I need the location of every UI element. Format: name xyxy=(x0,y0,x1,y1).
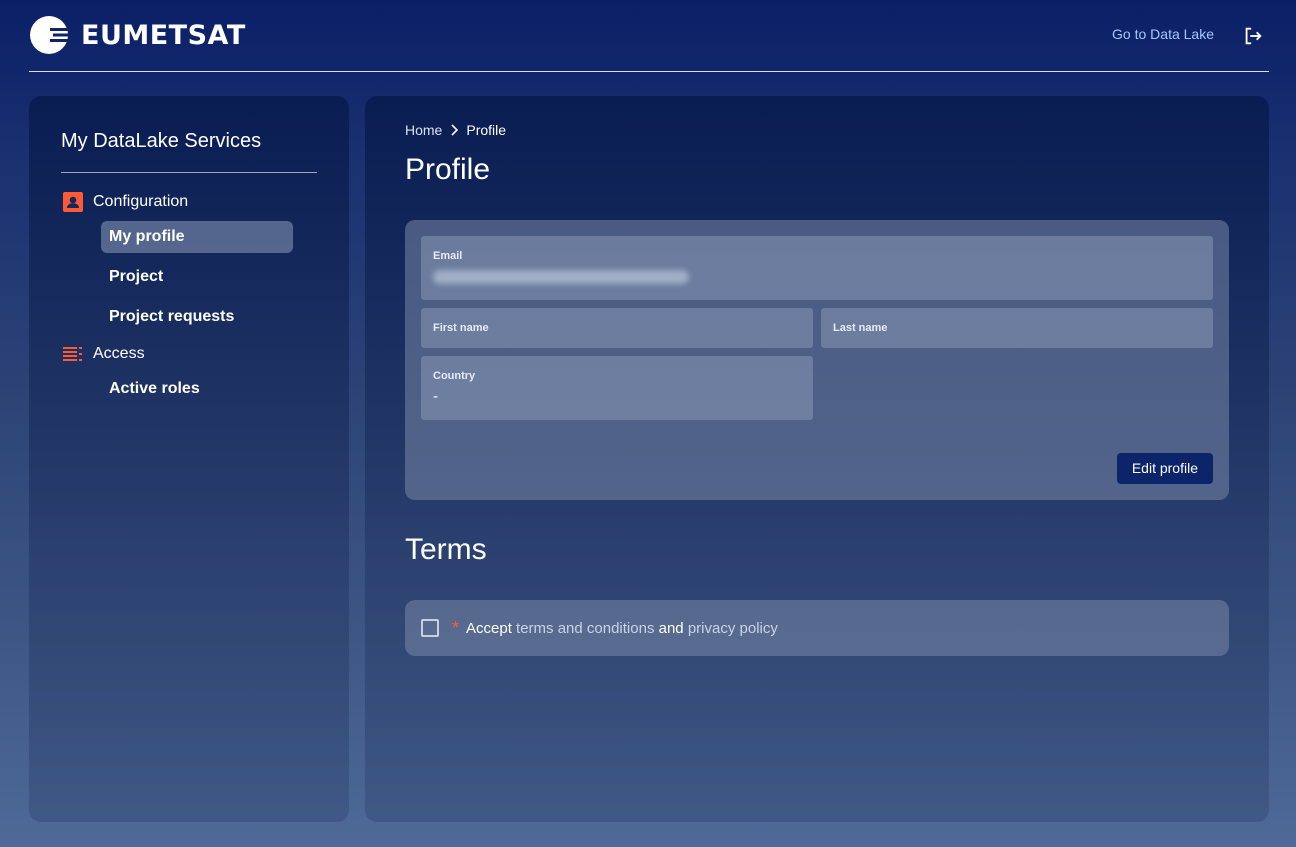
country-label: Country xyxy=(433,370,476,382)
country-value: - xyxy=(433,388,438,405)
email-field[interactable]: Email xyxy=(421,236,1213,300)
logout-icon[interactable] xyxy=(1242,25,1264,47)
section-configuration: Configuration xyxy=(61,190,188,214)
required-marker: * xyxy=(452,618,460,638)
top-header: EUMETSAT Go to Data Lake xyxy=(29,0,1269,72)
profile-card: Email First name Last name Country - Edi… xyxy=(405,220,1229,500)
sidebar-title: My DataLake Services xyxy=(61,130,262,152)
breadcrumb: Home Profile xyxy=(405,122,506,138)
terms-and-conditions-link[interactable]: terms and conditions xyxy=(516,620,654,637)
last-name-field[interactable]: Last name xyxy=(821,308,1213,348)
edit-profile-button[interactable]: Edit profile xyxy=(1116,453,1213,484)
section-access: Access xyxy=(61,342,145,366)
first-name-label: First name xyxy=(433,322,489,334)
terms-title: Terms xyxy=(405,533,487,566)
sidebar-divider xyxy=(61,172,317,173)
sidebar-item-project[interactable]: Project xyxy=(101,261,293,293)
sidebar-item-my-profile[interactable]: My profile xyxy=(101,221,293,253)
section-configuration-label: Configuration xyxy=(93,193,189,210)
last-name-label: Last name xyxy=(833,322,888,334)
eumetsat-logo-icon xyxy=(30,16,71,54)
breadcrumb-current: Profile xyxy=(466,122,507,138)
sidebar-item-project-requests[interactable]: Project requests xyxy=(101,301,293,333)
accept-terms-checkbox[interactable] xyxy=(421,619,439,637)
and-label: and xyxy=(658,619,684,637)
privacy-policy-link[interactable]: privacy policy xyxy=(688,620,778,637)
list-icon xyxy=(61,342,85,366)
chevron-right-icon xyxy=(450,124,459,136)
terms-card: * Accept terms and conditions and privac… xyxy=(405,600,1229,656)
breadcrumb-home[interactable]: Home xyxy=(405,122,442,138)
page-title: Profile xyxy=(405,153,491,186)
email-label: Email xyxy=(433,250,463,262)
first-name-field[interactable]: First name xyxy=(421,308,813,348)
country-field[interactable]: Country - xyxy=(421,356,813,420)
go-to-data-lake-link[interactable]: Go to Data Lake xyxy=(1112,26,1214,42)
sidebar-item-active-roles[interactable]: Active roles xyxy=(101,373,293,405)
terms-text: Accept terms and conditions and privacy … xyxy=(466,620,778,637)
email-value-redacted xyxy=(433,270,689,284)
section-access-label: Access xyxy=(93,345,145,362)
accept-label: Accept xyxy=(466,619,512,637)
eumetsat-logo[interactable]: EUMETSAT xyxy=(29,15,246,55)
brand-name: EUMETSAT xyxy=(81,19,246,51)
main-panel: Home Profile Profile Email First name La… xyxy=(365,96,1269,822)
sidebar: My DataLake Services Configuration My pr… xyxy=(29,96,349,822)
contact-card-icon xyxy=(61,190,85,214)
